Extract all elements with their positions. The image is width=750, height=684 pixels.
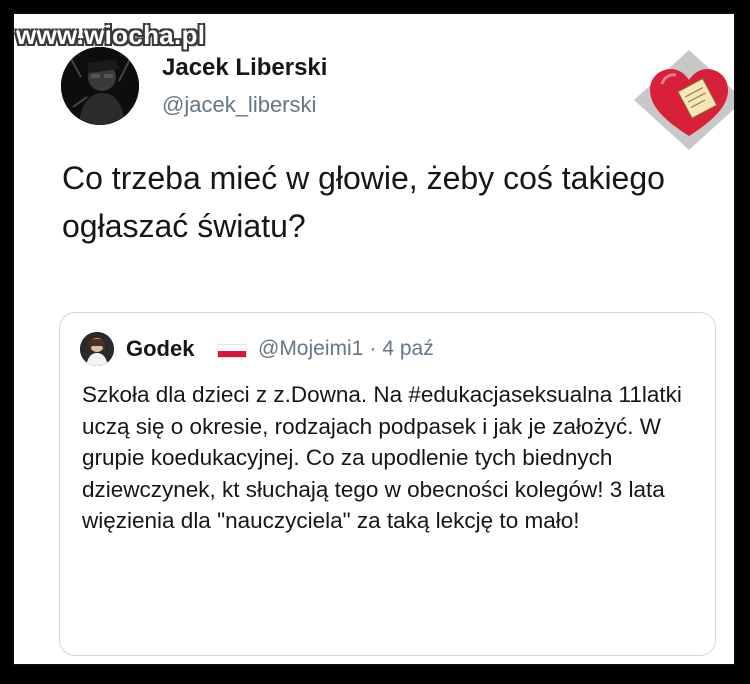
poland-flag-icon xyxy=(217,344,247,358)
quoted-tweet-text: Szkoła dla dzieci z z.Downa. Na #edukacj… xyxy=(82,382,682,533)
quoted-author-name[interactable]: Godek xyxy=(126,336,194,362)
author-handle[interactable]: @jacek_liberski xyxy=(162,92,316,118)
heart-badge-icon xyxy=(634,50,734,150)
author-avatar[interactable] xyxy=(61,47,139,125)
screenshot-card: www.wiocha.pl Jacek Liberski @jacek_libe… xyxy=(12,12,736,666)
author-name[interactable]: Jacek Liberski xyxy=(162,54,327,82)
quoted-tweet-date[interactable]: 4 paź xyxy=(382,337,433,360)
quoted-author-handle[interactable]: @Mojeimi1 xyxy=(258,337,363,360)
quoted-author-meta: @Mojeimi1 · 4 paź xyxy=(258,337,434,361)
tweet-text: Co trzeba mieć w głowie, żeby coś takieg… xyxy=(62,160,665,244)
meta-separator: · xyxy=(369,337,377,360)
quoted-tweet[interactable]: Godek @Mojeimi1 · 4 paź Szkoła dla dzieci … xyxy=(59,312,716,656)
quoted-avatar-image xyxy=(80,332,114,366)
avatar-image xyxy=(61,47,139,125)
site-watermark: www.wiocha.pl xyxy=(16,20,206,50)
quoted-author-avatar[interactable] xyxy=(80,332,114,366)
